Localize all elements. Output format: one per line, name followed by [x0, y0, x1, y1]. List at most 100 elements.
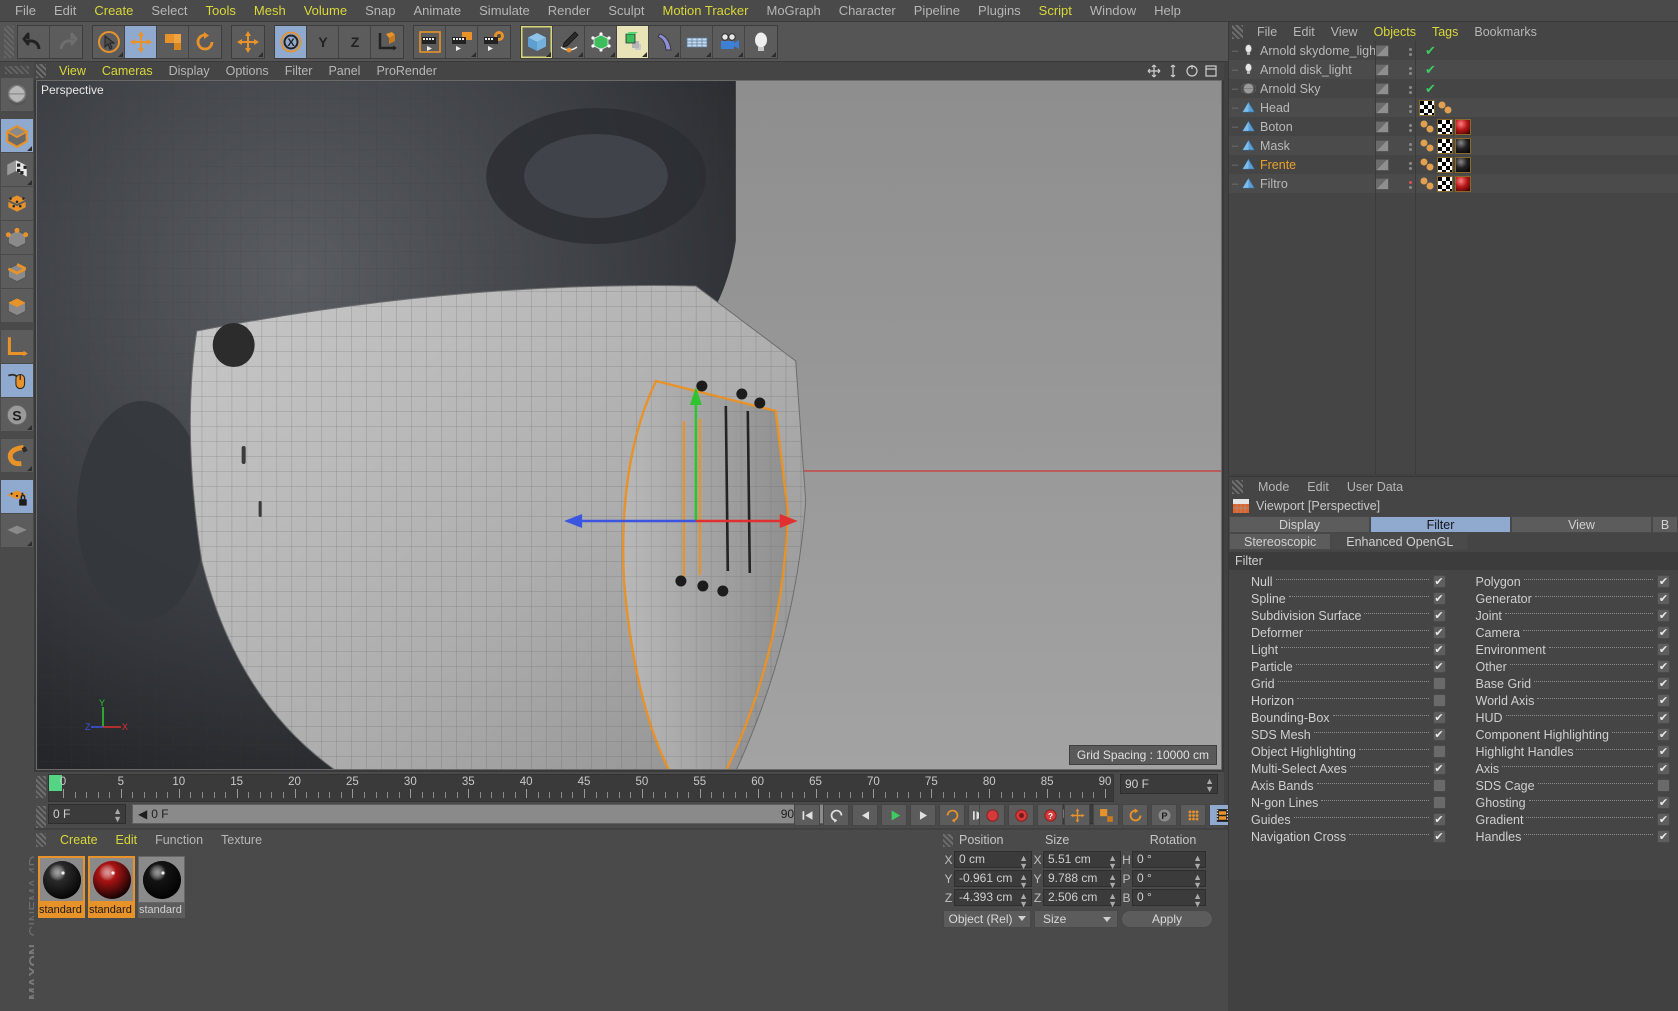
record-active-object-button[interactable]: [979, 804, 1005, 826]
menu-item-pipeline[interactable]: Pipeline: [905, 0, 969, 22]
object-manager-grip[interactable]: [1232, 24, 1243, 39]
filter-checkbox[interactable]: ✔: [1432, 660, 1446, 673]
filter-option-deformer[interactable]: Deformer ✔: [1229, 624, 1454, 641]
object-row[interactable]: – Mask: [1229, 136, 1678, 155]
model-mode-button[interactable]: [1, 119, 33, 152]
material-tag[interactable]: [1455, 156, 1471, 173]
material-preview[interactable]: [88, 856, 135, 903]
filter-checkbox[interactable]: [1432, 796, 1446, 809]
render-settings-button[interactable]: [478, 25, 510, 58]
object-row[interactable]: – Filtro: [1229, 174, 1678, 193]
filter-checkbox[interactable]: ✔: [1657, 609, 1670, 622]
magnet-button[interactable]: [1, 439, 33, 472]
material-menu-function[interactable]: Function: [146, 833, 212, 847]
material-menu-edit[interactable]: Edit: [107, 833, 147, 847]
autokeying-button[interactable]: [1008, 804, 1034, 826]
coordinate-mode-dropdown[interactable]: Object (Rel): [943, 909, 1031, 928]
filter-option-sds-cage[interactable]: SDS Cage: [1454, 777, 1678, 794]
attr-menu-user-data[interactable]: User Data: [1338, 480, 1412, 494]
enabled-check-icon[interactable]: ✔: [1425, 62, 1436, 78]
viewport-menu-filter[interactable]: Filter: [277, 62, 321, 80]
s-workplane-button[interactable]: S: [1, 398, 33, 431]
camera-button[interactable]: [713, 25, 745, 58]
coordinate-grip[interactable]: [943, 833, 953, 847]
size-mode-dropdown[interactable]: Size: [1034, 909, 1118, 928]
filter-checkbox[interactable]: [1432, 745, 1446, 758]
position-key-button[interactable]: [1064, 804, 1090, 826]
material-preview[interactable]: [38, 856, 85, 903]
object-menu-tags[interactable]: Tags: [1424, 25, 1466, 39]
menu-item-select[interactable]: Select: [142, 0, 196, 22]
menu-item-character[interactable]: Character: [830, 0, 905, 22]
viewport-menu-prorender[interactable]: ProRender: [368, 62, 444, 80]
filter-option-n-gon-lines[interactable]: N-gon Lines: [1229, 794, 1454, 811]
attr-tab-view[interactable]: View: [1511, 516, 1652, 533]
spinner-icon[interactable]: ▲▼: [1205, 777, 1214, 794]
object-row[interactable]: – Arnold Sky ✔: [1229, 79, 1678, 98]
filter-checkbox[interactable]: ✔: [1657, 711, 1670, 724]
object-row[interactable]: – Frente: [1229, 155, 1678, 174]
filter-checkbox[interactable]: ✔: [1657, 660, 1670, 673]
spinner-icon[interactable]: ▲▼: [1193, 892, 1202, 909]
step-forward-button[interactable]: [910, 804, 936, 826]
filter-checkbox[interactable]: ✔: [1657, 745, 1670, 758]
texture-tag[interactable]: [1437, 137, 1453, 154]
texture-tag[interactable]: [1437, 175, 1453, 192]
attr-tab2-stereoscopic[interactable]: Stereoscopic: [1229, 533, 1332, 550]
menu-item-mograph[interactable]: MoGraph: [757, 0, 829, 22]
apply-button[interactable]: Apply: [1121, 909, 1213, 928]
scale-button[interactable]: [157, 25, 189, 58]
left-arrow-icon[interactable]: ◀: [138, 807, 147, 821]
filter-checkbox[interactable]: ✔: [1657, 575, 1670, 588]
filter-option-axis[interactable]: Axis ✔: [1454, 760, 1678, 777]
spinner-icon[interactable]: ▲▼: [1019, 892, 1028, 909]
edge-mode-button[interactable]: [1, 255, 33, 288]
render-to-picture-viewer-button[interactable]: [446, 25, 478, 58]
menu-item-volume[interactable]: Volume: [295, 0, 356, 22]
visibility-dots[interactable]: [1375, 177, 1401, 190]
viewport-menu-grip[interactable]: [36, 64, 46, 78]
filter-option-camera[interactable]: Camera ✔: [1454, 624, 1678, 641]
material-tag[interactable]: [1455, 118, 1471, 135]
filter-checkbox[interactable]: ✔: [1432, 592, 1446, 605]
object-row[interactable]: – Head: [1229, 98, 1678, 117]
viewport-solo-button[interactable]: [1, 364, 33, 397]
filter-checkbox[interactable]: ✔: [1432, 575, 1446, 588]
attr-tab2-enhanced-opengl[interactable]: Enhanced OpenGL: [1331, 533, 1469, 550]
render-view-button[interactable]: [414, 25, 446, 58]
material-tag[interactable]: [1455, 175, 1471, 192]
rotate-viewport-icon[interactable]: [1185, 64, 1199, 78]
filter-checkbox[interactable]: ✔: [1657, 813, 1670, 826]
material-tag[interactable]: [1455, 137, 1471, 154]
visibility-dots[interactable]: [1375, 158, 1401, 171]
phong-tag[interactable]: [1419, 138, 1435, 154]
material-item[interactable]: standard: [138, 856, 185, 918]
live-selection-button[interactable]: [93, 25, 125, 58]
object-menu-objects[interactable]: Objects: [1366, 25, 1424, 39]
point-level-key-button[interactable]: [1180, 804, 1206, 826]
filter-option-grid[interactable]: Grid: [1229, 675, 1454, 692]
timeline-end-frame-field[interactable]: 90 F ▲ ▼: [1120, 774, 1218, 794]
filter-checkbox[interactable]: [1432, 677, 1446, 690]
floor-scene-button[interactable]: [681, 25, 713, 58]
menu-item-create[interactable]: Create: [85, 0, 142, 22]
phong-tag[interactable]: [1437, 100, 1453, 116]
go-to-start-button[interactable]: [794, 804, 820, 826]
material-menu-grip[interactable]: [36, 833, 46, 847]
menu-item-simulate[interactable]: Simulate: [470, 0, 539, 22]
enabled-check-icon[interactable]: ✔: [1425, 43, 1436, 59]
move-axis-button[interactable]: [232, 25, 264, 58]
filter-checkbox[interactable]: ✔: [1657, 694, 1670, 707]
x-axis-button[interactable]: X: [275, 25, 307, 58]
visibility-dots[interactable]: [1375, 44, 1401, 57]
filter-checkbox[interactable]: ✔: [1657, 626, 1670, 639]
filter-option-polygon[interactable]: Polygon ✔: [1454, 573, 1678, 590]
filter-option-other[interactable]: Other ✔: [1454, 658, 1678, 675]
lock-workplane-button[interactable]: [1, 480, 33, 513]
menu-item-snap[interactable]: Snap: [356, 0, 404, 22]
menu-item-sculpt[interactable]: Sculpt: [599, 0, 653, 22]
filter-option-environment[interactable]: Environment ✔: [1454, 641, 1678, 658]
spinner-icon[interactable]: ▲▼: [1193, 873, 1202, 890]
timeline-ruler[interactable]: 0 5 10 15 20 25 30 35 40 45 50 55 60 65 70 75 80 85 90: [48, 774, 1114, 802]
step-back-button[interactable]: [852, 804, 878, 826]
